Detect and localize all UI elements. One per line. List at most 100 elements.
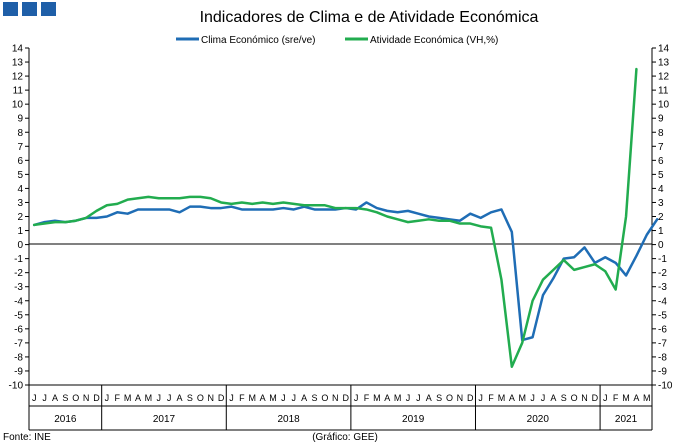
x-month-label: J <box>32 393 37 403</box>
series-line-clima <box>32 201 659 342</box>
x-month-label: S <box>436 393 442 403</box>
x-month-label: O <box>197 393 204 403</box>
x-month-label: F <box>613 393 619 403</box>
x-month-label: M <box>643 393 651 403</box>
y-tick-label-right: 6 <box>658 156 664 167</box>
y-tick-label-left: 0 <box>17 240 23 251</box>
series-layer <box>32 67 659 368</box>
x-month-label: O <box>571 393 578 403</box>
y-tick-label-left: 6 <box>17 156 23 167</box>
x-month-label: O <box>446 393 453 403</box>
y-tick-label-right: 14 <box>658 44 670 55</box>
x-month-label: N <box>457 393 464 403</box>
x-month-label: F <box>364 393 370 403</box>
y-tick-label-right: 9 <box>658 114 664 125</box>
x-month-label: A <box>384 393 390 403</box>
y-tick-label-left: -3 <box>14 282 23 293</box>
logo-square-2 <box>22 2 37 16</box>
x-year-label: 2016 <box>54 414 77 425</box>
y-tick-label-left: 4 <box>17 184 23 195</box>
x-month-label: A <box>177 393 183 403</box>
x-month-label: S <box>187 393 193 403</box>
y-tick-label-left: 3 <box>17 198 23 209</box>
source-left: Fonte: INE <box>3 432 51 443</box>
y-axis-right: -10-9-8-7-6-5-4-3-2-10123456789101112131… <box>652 44 673 392</box>
y-tick-label-right: -6 <box>658 324 667 335</box>
x-month-label: J <box>229 393 234 403</box>
chart-title: Indicadores de Clima e de Atividade Econ… <box>200 9 539 26</box>
y-tick-label-left: 8 <box>17 128 23 139</box>
y-tick-label-right: -8 <box>658 352 667 363</box>
x-month-label: J <box>281 393 286 403</box>
y-tick-label-left: 7 <box>17 142 23 153</box>
x-month-label: N <box>581 393 588 403</box>
x-month-label: S <box>561 393 567 403</box>
legend-label-atividade: Atividade Económica (VH,%) <box>370 35 498 46</box>
legend-label-clima: Clima Económico (sre/ve) <box>201 35 315 46</box>
y-tick-label-right: 11 <box>658 86 669 97</box>
y-tick-label-left: -6 <box>14 324 23 335</box>
y-tick-label-left: 2 <box>17 212 23 223</box>
x-month-label: F <box>115 393 121 403</box>
x-month-label: M <box>248 393 256 403</box>
y-tick-label-left: 9 <box>17 114 23 125</box>
x-month-label: J <box>603 393 608 403</box>
y-tick-label-right: 12 <box>658 72 670 83</box>
x-month-label: D <box>592 393 599 403</box>
x-month-label: J <box>416 393 421 403</box>
x-year-label: 2021 <box>615 414 638 425</box>
y-tick-label-left: 1 <box>17 226 23 237</box>
y-tick-label-left: -2 <box>14 268 23 279</box>
y-tick-label-right: 0 <box>658 240 664 251</box>
y-tick-label-right: 7 <box>658 142 664 153</box>
y-tick-label-left: -4 <box>14 296 23 307</box>
y-tick-label-right: 4 <box>658 184 664 195</box>
logo-square-1 <box>3 2 18 16</box>
x-month-label: A <box>509 393 515 403</box>
y-tick-label-right: 3 <box>658 198 664 209</box>
x-year-label: 2019 <box>402 414 425 425</box>
y-tick-label-left: -1 <box>14 254 23 265</box>
x-month-label: A <box>633 393 639 403</box>
x-month-label: O <box>321 393 328 403</box>
x-month-label: D <box>218 393 225 403</box>
x-month-label: J <box>292 393 297 403</box>
x-year-label: 2018 <box>277 414 300 425</box>
x-month-label: M <box>373 393 381 403</box>
legend: Clima Económico (sre/ve) Atividade Econó… <box>176 35 498 46</box>
y-tick-label-right: -9 <box>658 366 667 377</box>
x-month-label: A <box>550 393 556 403</box>
y-tick-label-right: 10 <box>658 100 670 111</box>
y-tick-label-right: 8 <box>658 128 664 139</box>
x-month-label: M <box>269 393 277 403</box>
y-axis-left: -10-9-8-7-6-5-4-3-2-10123456789101112131… <box>9 44 29 392</box>
x-month-label: F <box>239 393 245 403</box>
x-month-label: S <box>62 393 68 403</box>
x-month-label: J <box>478 393 483 403</box>
x-month-label: D <box>93 393 100 403</box>
x-month-label: A <box>52 393 58 403</box>
x-month-label: M <box>124 393 132 403</box>
x-month-label: A <box>135 393 141 403</box>
x-month-label: D <box>342 393 349 403</box>
logo-square-3 <box>41 2 56 16</box>
chart-canvas: Indicadores de Clima e de Atividade Econ… <box>3 2 673 443</box>
y-tick-label-left: 5 <box>17 170 23 181</box>
y-tick-label-right: -7 <box>658 338 667 349</box>
y-tick-label-left: 14 <box>12 44 24 55</box>
x-month-label: A <box>260 393 266 403</box>
y-tick-label-left: 11 <box>13 86 24 97</box>
y-tick-label-left: -10 <box>9 381 24 392</box>
x-month-label: F <box>488 393 494 403</box>
x-month-label: S <box>312 393 318 403</box>
y-tick-label-left: -9 <box>14 366 23 377</box>
x-month-label: J <box>541 393 546 403</box>
y-tick-label-left: -7 <box>14 338 23 349</box>
x-axis: JJASONDJFMAMJJASONDJFMAMJJASONDJFMAMJJAS… <box>28 384 653 431</box>
y-tick-label-right: -1 <box>658 254 667 265</box>
y-tick-label-left: 10 <box>12 100 24 111</box>
y-tick-label-right: -5 <box>658 310 667 321</box>
y-tick-label-right: -4 <box>658 296 667 307</box>
x-month-label: A <box>426 393 432 403</box>
series-line-atividade <box>32 67 638 368</box>
